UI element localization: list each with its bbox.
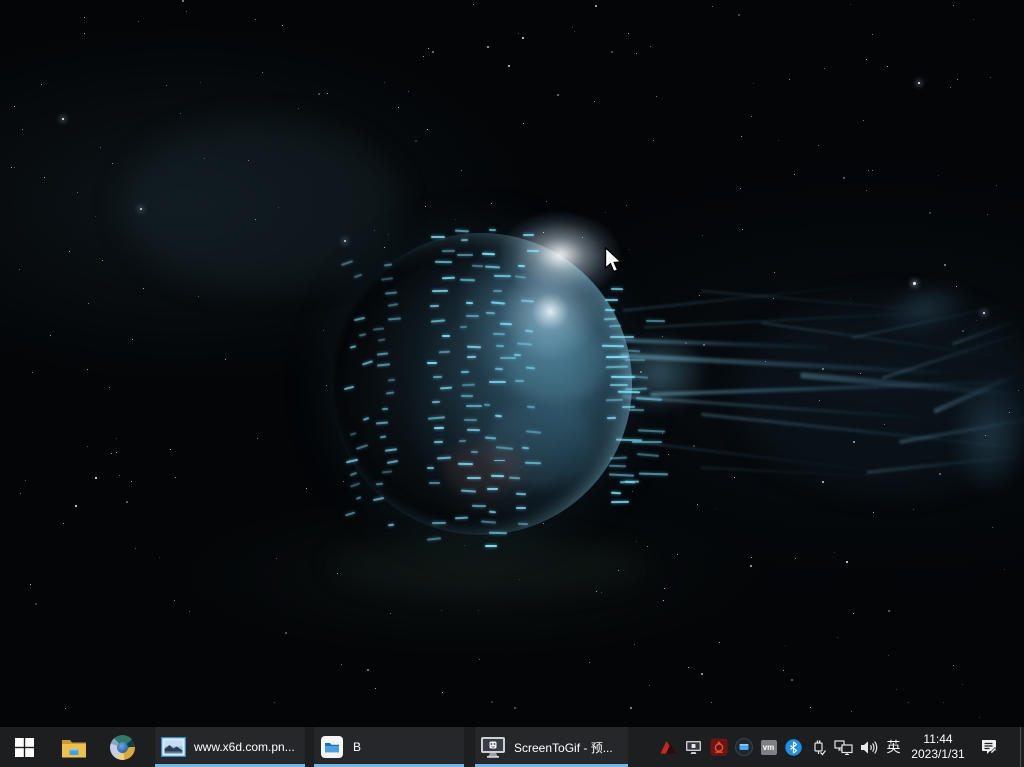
blue-app-icon[interactable] [731,727,756,767]
start-button[interactable] [0,727,48,767]
vmware-label: vm [761,740,777,755]
taskbar: www.x6d.com.pn... B S [0,727,1024,767]
bluetooth-icon[interactable] [781,727,806,767]
file-explorer-icon [61,737,87,758]
windows-logo-icon [15,738,34,757]
action-center-button[interactable] [974,727,1004,767]
screentogif-icon [480,736,506,759]
clock-time: 11:44 [923,732,952,747]
usb-eject-icon[interactable] [806,727,831,767]
nebula-haze [120,120,400,290]
vmware-icon[interactable]: vm [756,727,781,767]
taskbar-window-label: B [353,740,361,754]
wired-network-icon[interactable] [831,727,856,767]
taskbar-window-folder-b[interactable]: B [314,727,464,767]
volume-icon[interactable] [856,727,881,767]
display-icon[interactable] [681,727,706,767]
taskbar-window-photo-viewer[interactable]: www.x6d.com.pn... [155,727,305,767]
action-center-icon [980,738,998,756]
sun-glint [500,212,620,298]
system-tray: vm [656,727,906,767]
desktop-wallpaper[interactable] [0,0,1024,727]
browser-swirl-icon [110,735,135,760]
sunflower-remote-icon[interactable] [706,727,731,767]
pinned-file-explorer[interactable] [50,727,98,767]
taskbar-clock[interactable]: 11:44 2023/1/31 [896,727,980,767]
taskbar-window-label: www.x6d.com.pn... [194,740,295,754]
mouse-cursor [604,247,623,273]
planet-under-glow [330,540,650,592]
red-swoosh-icon[interactable] [656,727,681,767]
clock-date: 2023/1/31 [911,747,964,762]
taskbar-window-screentogif[interactable]: ScreenToGif - 预... [475,727,628,767]
photo-viewer-icon [161,737,186,757]
show-desktop-button[interactable] [1020,727,1024,767]
folder-window-icon [320,735,344,759]
pinned-browser[interactable] [98,727,146,767]
taskbar-window-label: ScreenToGif - 预... [514,739,613,756]
